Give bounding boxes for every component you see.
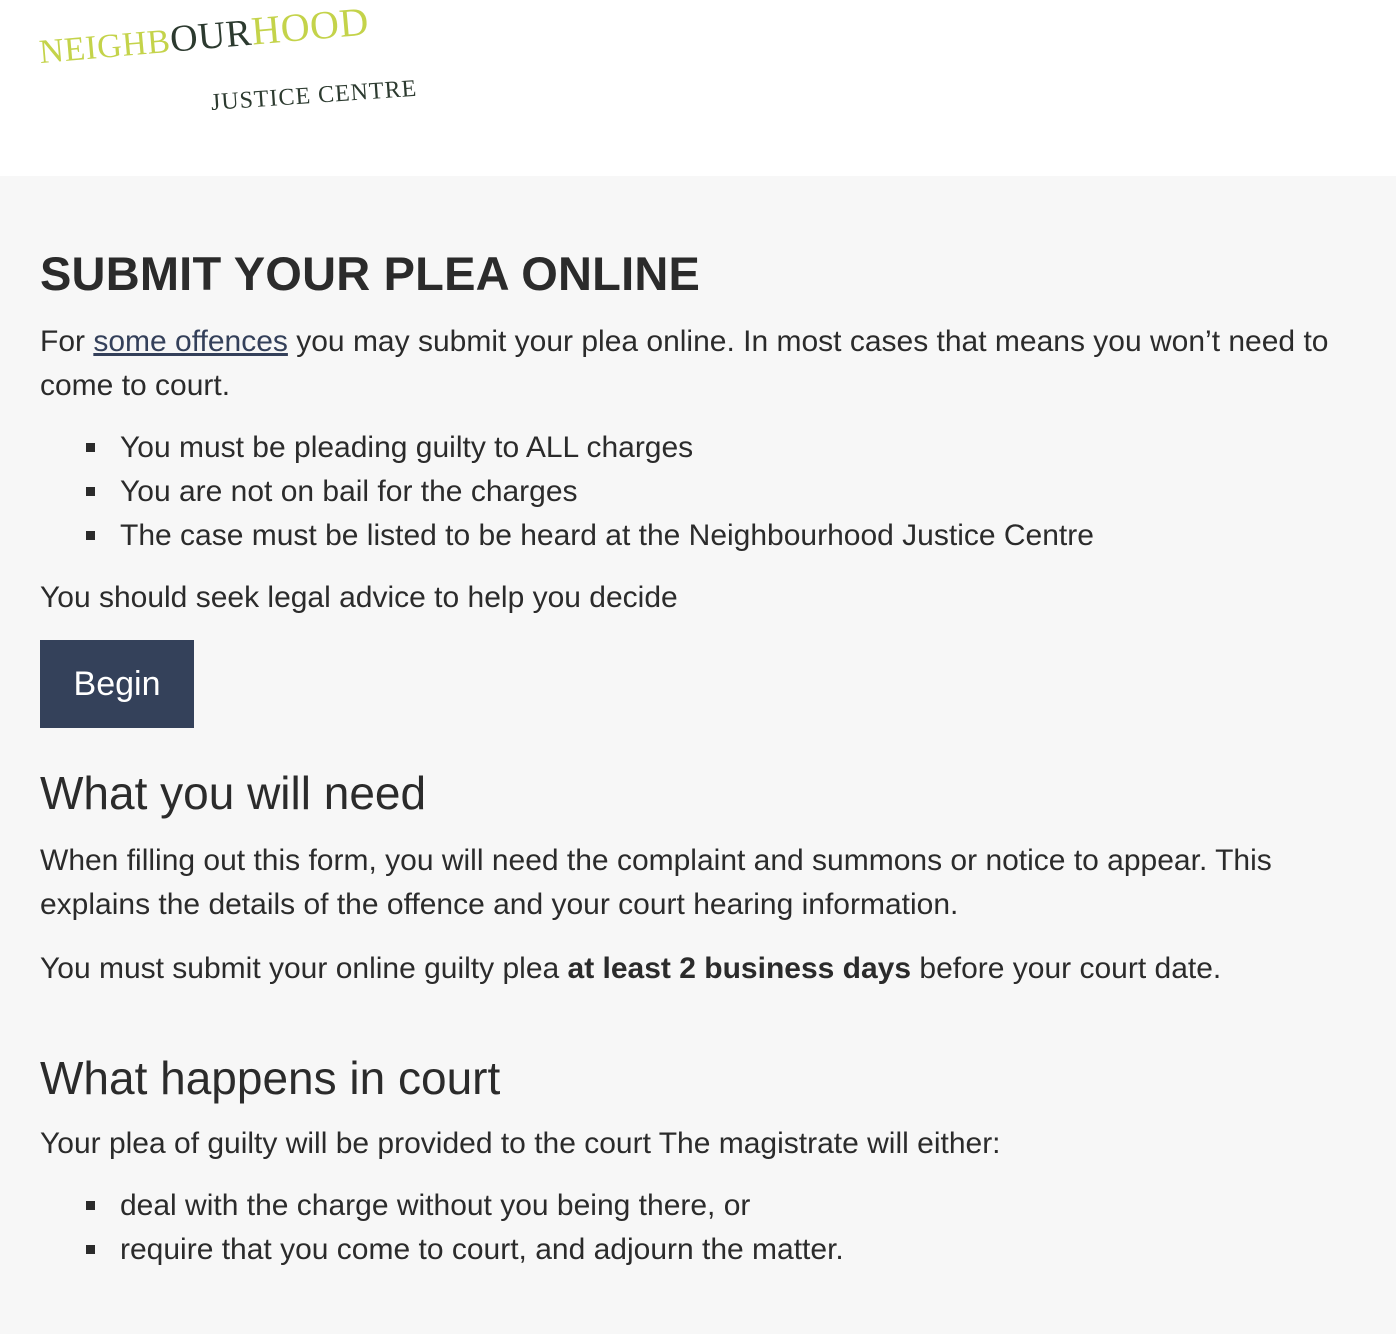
deadline-prefix: You must submit your online guilty plea <box>40 951 568 985</box>
deadline-emphasis: at least 2 business days <box>567 951 912 985</box>
deadline-suffix: before your court date. <box>911 951 1222 985</box>
intro-prefix: For <box>40 324 94 358</box>
what-you-will-need-heading: What you will need <box>40 766 427 819</box>
what-you-need-paragraph: When filling out this form, you will nee… <box>40 843 1272 921</box>
neighbourhood-justice-centre-logo[interactable]: NEIGHBOURHOOD JUSTICE CENTRE <box>38 0 444 136</box>
list-item: require that you come to court, and adjo… <box>40 1228 1356 1272</box>
site-header: NEIGHBOURHOOD JUSTICE CENTRE <box>0 0 1396 176</box>
magistrate-options-list: deal with the charge without you being t… <box>40 1184 1356 1272</box>
logo-text-part1: NEIGHB <box>37 22 172 72</box>
requirements-list: You must be pleading guilty to ALL charg… <box>40 426 1356 558</box>
legal-advice-text: You should seek legal advice to help you… <box>40 580 678 614</box>
some-offences-link[interactable]: some offences <box>93 325 288 358</box>
logo-text-part3: HOOD <box>249 0 371 54</box>
list-item: The case must be listed to be heard at t… <box>40 514 1356 558</box>
intro-paragraph: For some offences you may submit your pl… <box>40 320 1356 408</box>
court-paragraph: Your plea of guilty will be provided to … <box>40 1127 1001 1161</box>
what-happens-in-court-heading: What happens in court <box>40 1051 501 1104</box>
list-item: You must be pleading guilty to ALL charg… <box>40 426 1356 470</box>
list-item: deal with the charge without you being t… <box>40 1184 1356 1228</box>
begin-button[interactable]: Begin <box>40 639 194 728</box>
deadline-paragraph: You must submit your online guilty plea … <box>40 947 1356 991</box>
logo-text-part2: OUR <box>168 11 254 61</box>
page-title: SUBMIT YOUR PLEA ONLINE <box>40 247 701 300</box>
main-content: SUBMIT YOUR PLEA ONLINE For some offence… <box>0 176 1396 1334</box>
list-item: You are not on bail for the charges <box>40 470 1356 514</box>
